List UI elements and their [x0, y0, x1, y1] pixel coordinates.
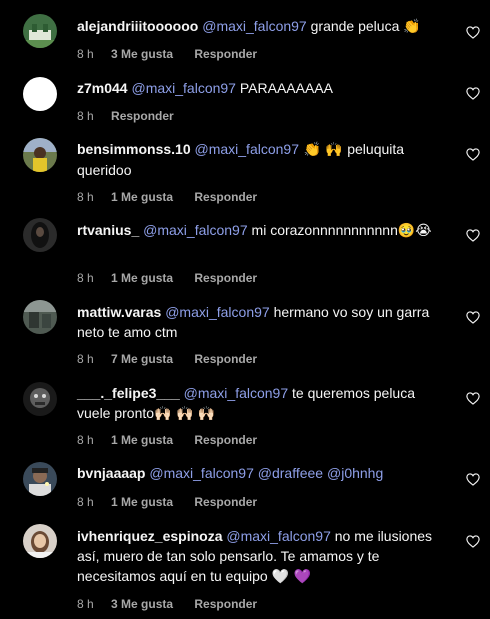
comment-meta: 8 h 3 Me gusta Responder: [77, 47, 257, 61]
likes-count[interactable]: 1 Me gusta: [111, 495, 173, 509]
emoji: 👏 🙌: [299, 142, 348, 158]
timestamp: 8 h: [77, 190, 94, 204]
heart-outline-icon[interactable]: [466, 473, 480, 486]
mention-link[interactable]: @maxi_falcon97: [165, 304, 270, 320]
reply-button[interactable]: Responder: [194, 190, 257, 204]
likes-count[interactable]: 1 Me gusta: [111, 271, 173, 285]
comment-meta: 8 h 3 Me gusta Responder: [77, 597, 257, 611]
username[interactable]: ___._felipe3___: [77, 385, 180, 401]
mention-link[interactable]: @maxi_falcon97: [143, 222, 248, 238]
reply-button[interactable]: Responder: [194, 271, 257, 285]
username[interactable]: bvnjaaaap: [77, 465, 145, 481]
heart-outline-icon[interactable]: [466, 87, 480, 100]
likes-count[interactable]: 3 Me gusta: [111, 47, 173, 61]
likes-count[interactable]: 1 Me gusta: [111, 433, 173, 447]
mention-link[interactable]: @maxi_falcon97: [149, 465, 254, 481]
comment-meta: 8 h 1 Me gusta Responder: [77, 271, 257, 285]
avatar[interactable]: [23, 14, 57, 48]
timestamp: 8 h: [77, 47, 94, 61]
comment-text: rtvanius_ @maxi_falcon97 mi corazonnnnnn…: [77, 220, 450, 241]
mention-link[interactable]: @maxi_falcon97: [195, 141, 300, 157]
comment-meta: 8 h 1 Me gusta Responder: [77, 190, 257, 204]
heart-outline-icon[interactable]: [466, 311, 480, 324]
timestamp: 8 h: [77, 495, 94, 509]
username[interactable]: bensimmonss.10: [77, 141, 191, 157]
comment-message: PARAAAAAAA: [235, 80, 333, 96]
mention-link[interactable]: @maxi_falcon97: [131, 80, 236, 96]
comment-text: ivhenriquez_espinoza @maxi_falcon97 no m…: [77, 526, 450, 587]
heart-outline-icon[interactable]: [466, 148, 480, 161]
likes-count[interactable]: 1 Me gusta: [111, 190, 173, 204]
comment-text: bensimmonss.10 @maxi_falcon97 👏 🙌 peluqu…: [77, 139, 450, 180]
mention-link[interactable]: @maxi_falcon97: [184, 385, 289, 401]
heart-outline-icon[interactable]: [466, 26, 480, 39]
username[interactable]: rtvanius_: [77, 222, 139, 238]
heart-outline-icon[interactable]: [466, 392, 480, 405]
timestamp: 8 h: [77, 597, 94, 611]
likes-count[interactable]: 7 Me gusta: [111, 352, 173, 366]
reply-button[interactable]: Responder: [194, 433, 257, 447]
emoji: 🤍 💜: [271, 569, 311, 585]
username[interactable]: ivhenriquez_espinoza: [77, 528, 222, 544]
avatar[interactable]: [23, 300, 57, 334]
avatar[interactable]: [23, 524, 57, 558]
username[interactable]: alejandriiitoooooo: [77, 18, 198, 34]
reply-button[interactable]: Responder: [194, 597, 257, 611]
comment-message: grande peluca: [306, 18, 404, 34]
timestamp: 8 h: [77, 109, 94, 123]
avatar[interactable]: [23, 382, 57, 416]
comment-text: z7m044 @maxi_falcon97 PARAAAAAAA: [77, 78, 450, 98]
emoji: 🙌🏻 🙌🏻 🙌🏻: [154, 406, 216, 422]
reply-button[interactable]: Responder: [194, 352, 257, 366]
heart-outline-icon[interactable]: [466, 229, 480, 242]
heart-outline-icon[interactable]: [466, 535, 480, 548]
comment-message: mi corazonnnnnnnnnnn: [247, 222, 398, 238]
avatar[interactable]: [23, 218, 57, 252]
comment-text: ___._felipe3___ @maxi_falcon97 te querem…: [77, 383, 450, 424]
username[interactable]: z7m044: [77, 80, 128, 96]
comments-list: alejandriiitoooooo @maxi_falcon97 grande…: [0, 0, 490, 619]
mention-link[interactable]: @draffeee: [258, 465, 323, 481]
avatar[interactable]: [23, 138, 57, 172]
timestamp: 8 h: [77, 352, 94, 366]
comment-text: alejandriiitoooooo @maxi_falcon97 grande…: [77, 16, 450, 37]
comment-meta: 8 h 7 Me gusta Responder: [77, 352, 257, 366]
comment-meta: 8 h 1 Me gusta Responder: [77, 495, 257, 509]
mention-link[interactable]: @maxi_falcon97: [226, 528, 331, 544]
reply-button[interactable]: Responder: [194, 47, 257, 61]
avatar[interactable]: [23, 77, 57, 111]
reply-button[interactable]: Responder: [111, 109, 174, 123]
comment-meta: 8 h Responder: [77, 109, 174, 123]
timestamp: 8 h: [77, 433, 94, 447]
likes-count[interactable]: 3 Me gusta: [111, 597, 173, 611]
avatar[interactable]: [23, 462, 57, 496]
emoji: 👏: [403, 19, 421, 35]
comment-text: mattiw.varas @maxi_falcon97 hermano vo s…: [77, 302, 450, 342]
comment-text: bvnjaaaap @maxi_falcon97 @draffeee @j0hn…: [77, 463, 450, 483]
mention-link[interactable]: @j0hnhg: [327, 465, 383, 481]
username[interactable]: mattiw.varas: [77, 304, 161, 320]
emoji: 🥹😭: [397, 223, 432, 239]
reply-button[interactable]: Responder: [194, 495, 257, 509]
comment-meta: 8 h 1 Me gusta Responder: [77, 433, 257, 447]
mention-link[interactable]: @maxi_falcon97: [202, 18, 307, 34]
timestamp: 8 h: [77, 271, 94, 285]
